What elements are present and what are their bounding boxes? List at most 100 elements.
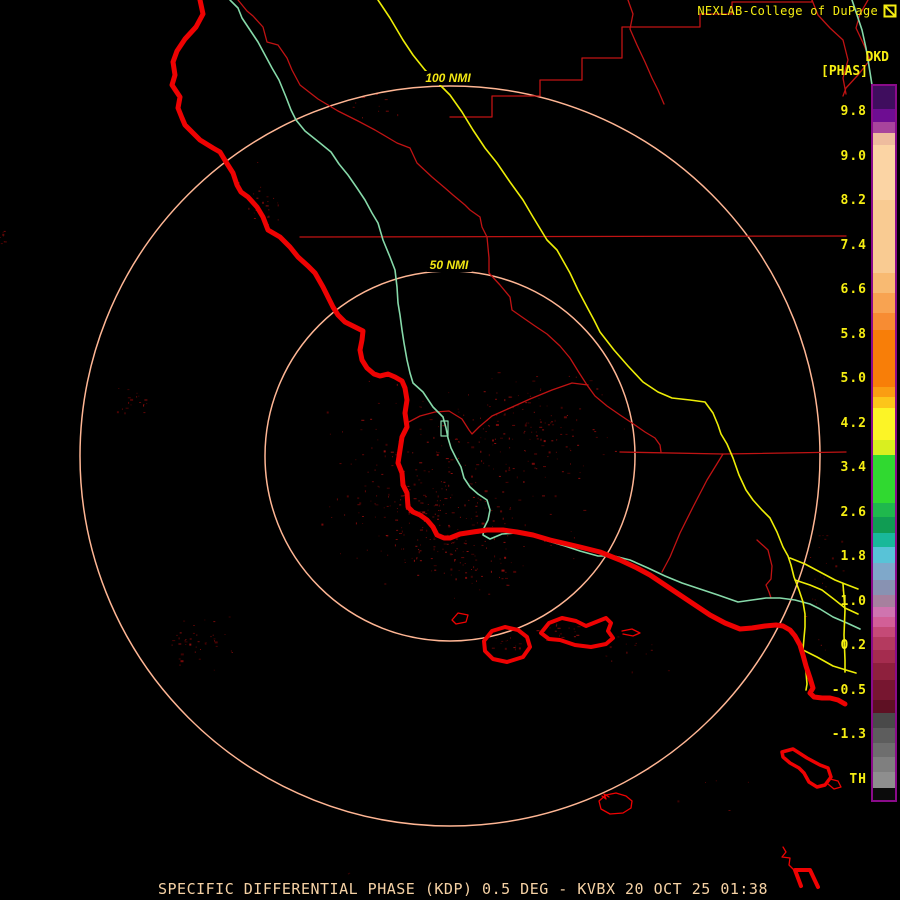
radar-speckle — [431, 570, 433, 572]
radar-speckle — [488, 425, 490, 427]
radar-speckle — [455, 538, 458, 540]
radar-speckle — [419, 406, 421, 408]
color-scale-segment — [873, 680, 895, 700]
radar-speckle — [127, 389, 130, 391]
radar-speckle — [448, 524, 450, 526]
radar-speckle — [470, 518, 472, 520]
radar-speckle — [568, 375, 570, 377]
radar-speckle — [512, 412, 514, 414]
radar-speckle — [826, 535, 829, 537]
radar-speckle — [386, 505, 389, 507]
radar-speckle — [0, 237, 1, 238]
radar-speckle — [439, 524, 441, 526]
radar-speckle — [490, 560, 492, 562]
radar-speckle — [530, 426, 532, 428]
radar-speckle — [820, 575, 822, 577]
radar-speckle — [366, 549, 368, 551]
radar-speckle — [408, 513, 411, 515]
radar-speckle — [677, 800, 680, 803]
color-scale-segment — [873, 503, 895, 517]
radar-speckle — [438, 504, 440, 507]
radar-speckle — [578, 477, 581, 479]
radar-speckle — [464, 543, 467, 545]
radar-speckle — [556, 623, 558, 626]
radar-speckle — [433, 505, 435, 507]
radar-speckle — [842, 570, 845, 572]
radar-speckle — [143, 412, 146, 414]
radar-speckle — [419, 428, 422, 430]
radar-speckle — [523, 470, 525, 472]
radar-speckle — [461, 557, 465, 559]
island-san-clemente-north — [781, 846, 795, 871]
radar-speckle — [477, 502, 478, 504]
radar-speckle — [481, 575, 483, 577]
radar-speckle — [448, 466, 450, 468]
radar-speckle — [415, 469, 418, 471]
radar-speckle — [825, 586, 827, 588]
radar-speckle — [471, 569, 472, 570]
radar-speckle — [385, 110, 389, 112]
radar-speckle — [435, 491, 437, 493]
radar-speckle — [213, 669, 215, 671]
radar-speckle — [602, 454, 605, 456]
radar-speckle — [443, 504, 445, 506]
radar-speckle — [645, 653, 647, 655]
radar-speckle — [429, 539, 431, 540]
radar-speckle — [185, 639, 187, 641]
radar-speckle — [474, 555, 476, 557]
radar-speckle — [475, 559, 478, 561]
radar-speckle — [432, 488, 434, 490]
color-scale-segment — [873, 728, 895, 743]
radar-speckle — [422, 527, 424, 528]
radar-speckle — [138, 395, 140, 397]
radar-speckle — [507, 584, 510, 586]
radar-speckle — [483, 391, 486, 393]
radar-speckle — [572, 435, 574, 437]
radar-speckle — [273, 197, 275, 199]
county-line-mid — [404, 382, 589, 435]
radar-speckle — [346, 495, 349, 498]
island-san-nicolas — [598, 792, 633, 815]
radar-speckle — [522, 408, 524, 410]
radar-speckle — [533, 411, 535, 413]
radar-speckle — [478, 441, 480, 443]
scale-tick-label: -1.3 — [831, 727, 867, 742]
radar-speckle — [536, 630, 540, 632]
radar-speckle — [507, 535, 509, 537]
radar-speckle — [231, 652, 233, 653]
radar-speckle — [423, 494, 426, 496]
radar-speckle — [512, 438, 514, 440]
radar-speckle — [437, 495, 439, 498]
radar-speckle — [522, 565, 524, 567]
radar-speckle — [427, 509, 429, 511]
radar-speckle — [454, 439, 458, 440]
radar-speckle — [439, 500, 441, 502]
radar-speckle — [510, 562, 512, 564]
radar-speckle — [818, 547, 820, 548]
radar-speckle — [367, 471, 369, 473]
radar-speckle — [508, 396, 512, 398]
radar-speckle — [425, 537, 427, 539]
radar-speckle — [420, 544, 421, 546]
radar-speckle — [493, 538, 495, 541]
radar-speckle — [509, 508, 512, 510]
radar-speckle — [458, 411, 460, 413]
radar-speckle — [445, 513, 447, 514]
radar-speckle — [171, 644, 173, 646]
radar-speckle — [400, 499, 402, 501]
product-code: DKD — [865, 50, 889, 65]
radar-speckle — [146, 403, 148, 405]
radar-speckle — [395, 519, 399, 521]
radar-speckle — [331, 517, 333, 518]
radar-speckle — [518, 499, 522, 501]
county-line-diagonal-south — [661, 453, 724, 573]
radar-speckle — [465, 518, 467, 519]
radar-speckle — [496, 392, 498, 394]
radar-speckle — [364, 485, 367, 487]
radar-speckle — [482, 428, 484, 430]
radar-speckle — [397, 511, 398, 513]
radar-speckle — [432, 516, 435, 518]
radar-speckle — [488, 454, 490, 457]
radar-speckle — [484, 438, 486, 440]
radar-speckle — [601, 394, 603, 396]
